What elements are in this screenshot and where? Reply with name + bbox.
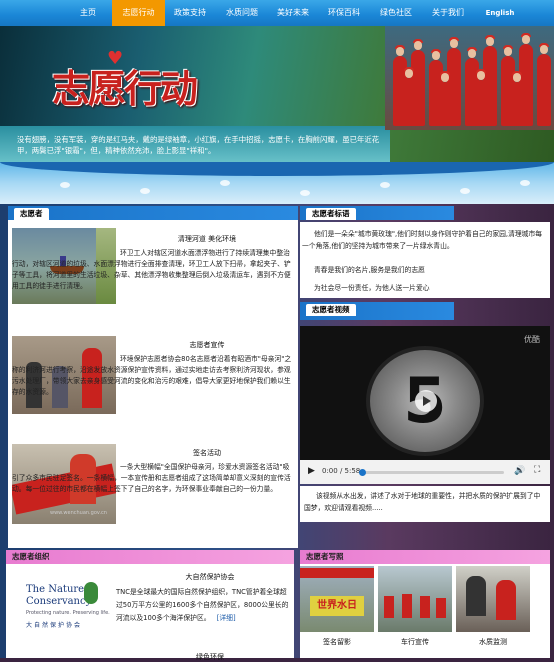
- nav-english[interactable]: English: [480, 0, 520, 26]
- play-button[interactable]: ▶: [308, 466, 315, 476]
- nav-home[interactable]: 主页: [70, 0, 106, 26]
- entry-body: 环境保护志愿者协会80名志愿者沿着有昭酒市"母亲河"之称的利济河进行考察，沿途发…: [12, 355, 292, 396]
- motto-panel-title: 志愿者标语: [306, 208, 356, 220]
- photo-cycling[interactable]: [378, 566, 452, 632]
- entry-body: 一条大型横幅"全国保护母亲河，珍爱水资源签名活动"吸引了众多市民驻足签名。一条横…: [12, 463, 291, 493]
- video-panel: 志愿者视频: [300, 302, 454, 320]
- photo-banner-text: 世界水日: [310, 596, 364, 616]
- logo-line: Conservancy: [26, 596, 92, 607]
- banner-logo-text: 志愿行动: [52, 66, 198, 111]
- org-panel-header: 志愿者组织: [6, 550, 294, 564]
- photo-signing[interactable]: 世界水日: [300, 566, 374, 632]
- play-icon[interactable]: [415, 390, 437, 412]
- hero-banner: ♥ 志愿行动 没有翅膀，没有军装，穿的是红马夹，戴的是绿袖章，小红旗，在手中招摇…: [0, 26, 554, 162]
- video-progress-bar[interactable]: [359, 469, 504, 476]
- motto-line: 他们是一朵朵"城市黄玫瑰",他们时刻以身作则守护着自己的家园,清理城市每一个角落…: [302, 230, 543, 250]
- tnc-logo[interactable]: The Nature Conservancy Protecting nature…: [12, 570, 112, 636]
- top-nav: 主页 志愿行动 政策支持 水质问题 美好未来 环保百科 绿色社区 关于我们 En…: [0, 0, 554, 26]
- fullscreen-icon[interactable]: ⛶: [534, 465, 540, 475]
- logo-tagline: Protecting nature. Preserving life.: [26, 610, 110, 616]
- entry-title: 签名活动: [193, 449, 221, 457]
- photo-caption: 水质监测: [479, 638, 507, 646]
- photo-caption: 车行宣传: [401, 638, 429, 646]
- video-caption-box: 该视频从水出发，讲述了水对于地球的重要性，并把水质的保护扩展到了中国梦，欢迎请观…: [300, 486, 550, 522]
- entry-body: 环卫工人对辖区河道水面漂浮物进行了持续清理集中整治行动，对辖区河道的垃圾、水面漂…: [12, 249, 291, 290]
- nav-water-quality[interactable]: 水质问题: [220, 0, 264, 26]
- video-caption: 该视频从水出发，讲述了水对于地球的重要性，并把水质的保护扩展到了中国梦，欢迎请观…: [304, 492, 541, 512]
- volume-icon[interactable]: 🔊: [514, 466, 525, 476]
- video-brand-logo: 优酷: [524, 335, 540, 344]
- nav-green-community[interactable]: 绿色社区: [374, 0, 418, 26]
- nav-encyclopedia[interactable]: 环保百科: [322, 0, 366, 26]
- volunteer-panel-title: 志愿者: [14, 208, 49, 220]
- nav-about-us[interactable]: 关于我们: [426, 0, 470, 26]
- motto-panel-header: 志愿者标语: [300, 206, 454, 220]
- leaf-icon: [84, 582, 98, 604]
- volunteer-panel-header: 志愿者: [8, 206, 298, 220]
- banner-slogan: 没有翅膀，没有军装，穿的是红马夹，戴的是绿袖章，小红旗，在手中招摇，志愿卡，在胸…: [17, 135, 380, 155]
- org-next-title: 绿色环保: [196, 653, 224, 661]
- motto-line: 为社会尽一份责任，为他人送一片爱心: [314, 284, 430, 292]
- video-panel-title: 志愿者视频: [306, 304, 356, 316]
- photo-watermark: www.wenchuan.gov.cn: [50, 510, 107, 516]
- volunteer-panel: 志愿者 清理河道 美化环境 环卫工人对辖区河道水面漂浮物进行了持续清理集中整治行…: [8, 206, 298, 548]
- entry-title: 志愿者宣传: [189, 341, 225, 349]
- org-description: TNC是全球最大的国际自然保护组织，TNC管护着全球超过50万平方公里的1600…: [116, 586, 292, 625]
- video-panel-header: 志愿者视频: [300, 302, 454, 320]
- volunteer-group-photo: [385, 26, 554, 130]
- org-body: TNC是全球最大的国际自然保护组织，TNC管护着全球超过50万平方公里的1600…: [116, 588, 289, 622]
- photos-panel-header: 志愿者写照: [300, 550, 550, 564]
- entry-title: 清理河道 美化环境: [177, 235, 237, 243]
- motto-body: 他们是一朵朵"城市黄玫瑰",他们时刻以身作则守护着自己的家园,清理城市每一个角落…: [300, 222, 550, 298]
- nav-volunteer-action[interactable]: 志愿行动: [112, 0, 165, 26]
- nav-policy-support[interactable]: 政策支持: [168, 0, 212, 26]
- video-time: 0:00 / 5:58: [322, 467, 361, 475]
- org-title: 大自然保护协会: [185, 573, 235, 581]
- logo-line: The Nature: [26, 584, 85, 595]
- org-more-link[interactable]: [详细]: [217, 614, 236, 622]
- photo-water-testing[interactable]: [456, 566, 530, 632]
- video-player[interactable]: 优酷 5 ▶ 0:00 / 5:58 🔊 ⛶: [300, 326, 550, 484]
- nav-future[interactable]: 美好未来: [271, 0, 315, 26]
- banner-logo: ♥ 志愿行动: [52, 48, 222, 118]
- motto-line: 青春是我们的名片,服务是我们的志愿: [314, 266, 425, 274]
- video-controls: ▶ 0:00 / 5:58 🔊 ⛶: [300, 460, 550, 484]
- photo-caption: 签名留影: [323, 638, 351, 646]
- wave-divider: [0, 162, 554, 204]
- logo-cn: 大自然保护协会: [26, 622, 83, 629]
